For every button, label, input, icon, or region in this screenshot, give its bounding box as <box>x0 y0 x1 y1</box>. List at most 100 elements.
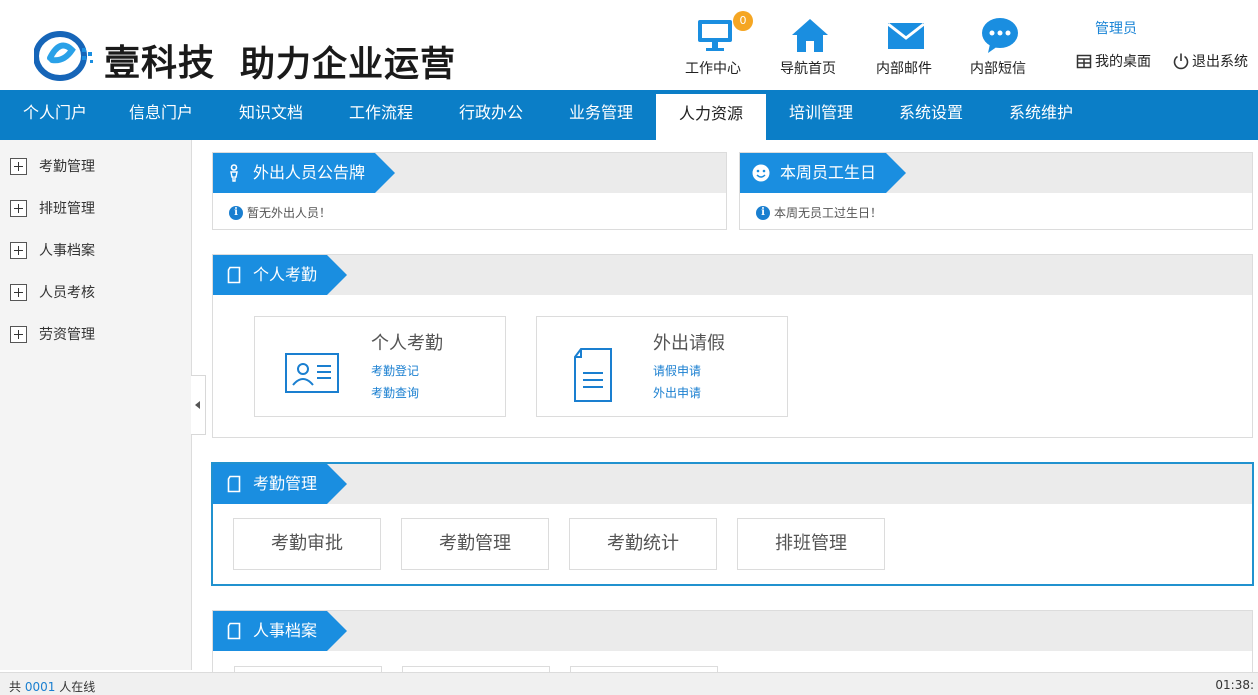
birthday-panel: 本周员工生日 i 本周无员工过生日！ <box>739 152 1253 230</box>
outing-request-link[interactable]: 外出申请 <box>653 384 701 401</box>
header: 壹科技 助力企业运营 0 工作中心 导航首页 内部邮件 内部短信 管理员 我的桌… <box>0 0 1258 90</box>
person-icon <box>230 164 238 182</box>
status-bar: 共 0001 人在线 01:38: <box>0 672 1258 695</box>
birthday-info-text: 本周无员工过生日！ <box>774 206 883 220</box>
brand-name: 壹科技 <box>104 42 216 84</box>
panel-header: 考勤管理 <box>213 464 1252 504</box>
home-icon <box>792 19 828 52</box>
panel-tab: 个人考勤 <box>213 255 348 295</box>
nav-info-portal[interactable]: 信息门户 <box>106 90 216 140</box>
brand-logo-icon <box>34 31 93 81</box>
online-number[interactable]: 0001 <box>25 680 56 694</box>
chat-icon <box>982 18 1018 53</box>
nav-personal-portal[interactable]: 个人门户 <box>0 90 110 140</box>
nav-home-label: 导航首页 <box>780 61 836 77</box>
main-nav: 个人门户 信息门户 知识文档 工作流程 行政办公 业务管理 人力资源 培训管理 … <box>0 90 1258 140</box>
outgoing-info-text: 暂无外出人员！ <box>247 206 332 220</box>
expand-plus-icon[interactable] <box>10 241 27 259</box>
personal-attendance-panel: 个人考勤 个人考勤 考勤登记 考勤查询 外出请假 请假申请 外出申请 <box>212 254 1253 438</box>
document-icon <box>227 266 241 284</box>
nav-workflow[interactable]: 工作流程 <box>326 90 436 140</box>
outgoing-info: i 暂无外出人员！ <box>229 204 331 221</box>
nav-training-mgmt[interactable]: 培训管理 <box>766 90 876 140</box>
sidebar-item-attendance[interactable]: 考勤管理 <box>10 154 95 178</box>
attendance-approval-button[interactable]: 考勤审批 <box>233 518 381 570</box>
sidebar-item-label: 人员考核 <box>39 285 95 301</box>
panel-tab: 本周员工生日 <box>740 153 907 193</box>
sidebar-item-assessment[interactable]: 人员考核 <box>10 280 95 304</box>
online-prefix: 共 <box>9 680 22 694</box>
panel-tab: 人事档案 <box>213 611 348 651</box>
clock: 01:38: <box>1215 678 1254 692</box>
mail-icon <box>887 22 925 49</box>
info-icon: i <box>229 205 243 220</box>
scheduling-management-button[interactable]: 排班管理 <box>737 518 885 570</box>
logout-link[interactable]: 退出系统 <box>1172 51 1248 71</box>
my-desktop-label: 我的桌面 <box>1095 54 1151 70</box>
online-suffix: 人在线 <box>59 680 96 694</box>
nav-admin-office[interactable]: 行政办公 <box>436 90 546 140</box>
hr-files-panel: 人事档案 <box>212 610 1253 676</box>
id-card-icon <box>285 353 339 393</box>
attendance-statistics-button[interactable]: 考勤统计 <box>569 518 717 570</box>
nav-knowledge-docs[interactable]: 知识文档 <box>216 90 326 140</box>
nav-business-mgmt[interactable]: 业务管理 <box>546 90 656 140</box>
form-document-icon <box>574 348 612 402</box>
sidebar-item-label: 人事档案 <box>39 243 95 259</box>
smiley-icon <box>752 164 770 182</box>
desktop-grid-icon <box>1076 54 1092 69</box>
expand-plus-icon[interactable] <box>10 157 27 175</box>
internal-mail-button[interactable]: 内部邮件 <box>864 14 944 80</box>
document-icon <box>227 475 241 493</box>
personal-panel-title: 个人考勤 <box>253 265 318 284</box>
outgoing-panel-title: 外出人员公告牌 <box>253 163 366 182</box>
attendance-mgmt-panel: 考勤管理 考勤审批 考勤管理 考勤统计 排班管理 <box>211 462 1254 586</box>
user-name[interactable]: 管理员 <box>1095 18 1137 38</box>
leave-card: 外出请假 请假申请 外出申请 <box>536 316 788 417</box>
birthday-info: i 本周无员工过生日！ <box>756 204 882 221</box>
sidebar-item-label: 考勤管理 <box>39 159 95 175</box>
nav-home-button[interactable]: 导航首页 <box>768 14 848 80</box>
work-center-badge: 0 <box>733 11 753 31</box>
internal-sms-label: 内部短信 <box>970 61 1026 77</box>
work-center-button[interactable]: 0 工作中心 <box>673 11 753 80</box>
sidebar-item-scheduling[interactable]: 排班管理 <box>10 196 95 220</box>
sidebar-item-label: 排班管理 <box>39 201 95 217</box>
info-icon: i <box>756 205 770 220</box>
panel-header: 人事档案 <box>213 611 1252 651</box>
personal-attendance-card: 个人考勤 考勤登记 考勤查询 <box>254 316 506 417</box>
panel-tab: 考勤管理 <box>213 464 348 504</box>
online-count: 共 0001 人在线 <box>9 678 95 695</box>
expand-plus-icon[interactable] <box>10 325 27 343</box>
attendance-panel-title: 考勤管理 <box>253 474 318 493</box>
attendance-register-link[interactable]: 考勤登记 <box>371 362 419 379</box>
card-title: 外出请假 <box>653 333 725 354</box>
sidebar: 考勤管理 排班管理 人事档案 人员考核 劳资管理 <box>0 140 192 670</box>
card-title: 个人考勤 <box>371 333 443 354</box>
logout-label: 退出系统 <box>1192 54 1248 70</box>
attendance-query-link[interactable]: 考勤查询 <box>371 384 419 401</box>
panel-header: 本周员工生日 <box>740 153 1252 193</box>
my-desktop-link[interactable]: 我的桌面 <box>1076 51 1151 71</box>
nav-system-maintenance[interactable]: 系统维护 <box>986 90 1096 140</box>
brand-slogan: 助力企业运营 <box>240 45 457 85</box>
birthday-panel-title: 本周员工生日 <box>780 163 877 182</box>
nav-human-resources[interactable]: 人力资源 <box>656 94 766 140</box>
attendance-management-button[interactable]: 考勤管理 <box>401 518 549 570</box>
sidebar-item-personnel-files[interactable]: 人事档案 <box>10 238 95 262</box>
leave-request-link[interactable]: 请假申请 <box>653 362 701 379</box>
panel-header: 外出人员公告牌 <box>213 153 726 193</box>
internal-mail-label: 内部邮件 <box>876 61 932 77</box>
expand-plus-icon[interactable] <box>10 283 27 301</box>
document-icon <box>227 622 241 640</box>
sidebar-item-payroll[interactable]: 劳资管理 <box>10 322 95 346</box>
panel-header: 个人考勤 <box>213 255 1252 295</box>
internal-sms-button[interactable]: 内部短信 <box>958 14 1038 80</box>
expand-plus-icon[interactable] <box>10 199 27 217</box>
sidebar-collapse-button[interactable] <box>191 375 206 435</box>
sidebar-item-label: 劳资管理 <box>39 327 95 343</box>
nav-system-settings[interactable]: 系统设置 <box>876 90 986 140</box>
outgoing-staff-panel: 外出人员公告牌 i 暂无外出人员！ <box>212 152 727 230</box>
monitor-icon <box>698 20 732 51</box>
panel-tab: 外出人员公告牌 <box>213 153 396 193</box>
